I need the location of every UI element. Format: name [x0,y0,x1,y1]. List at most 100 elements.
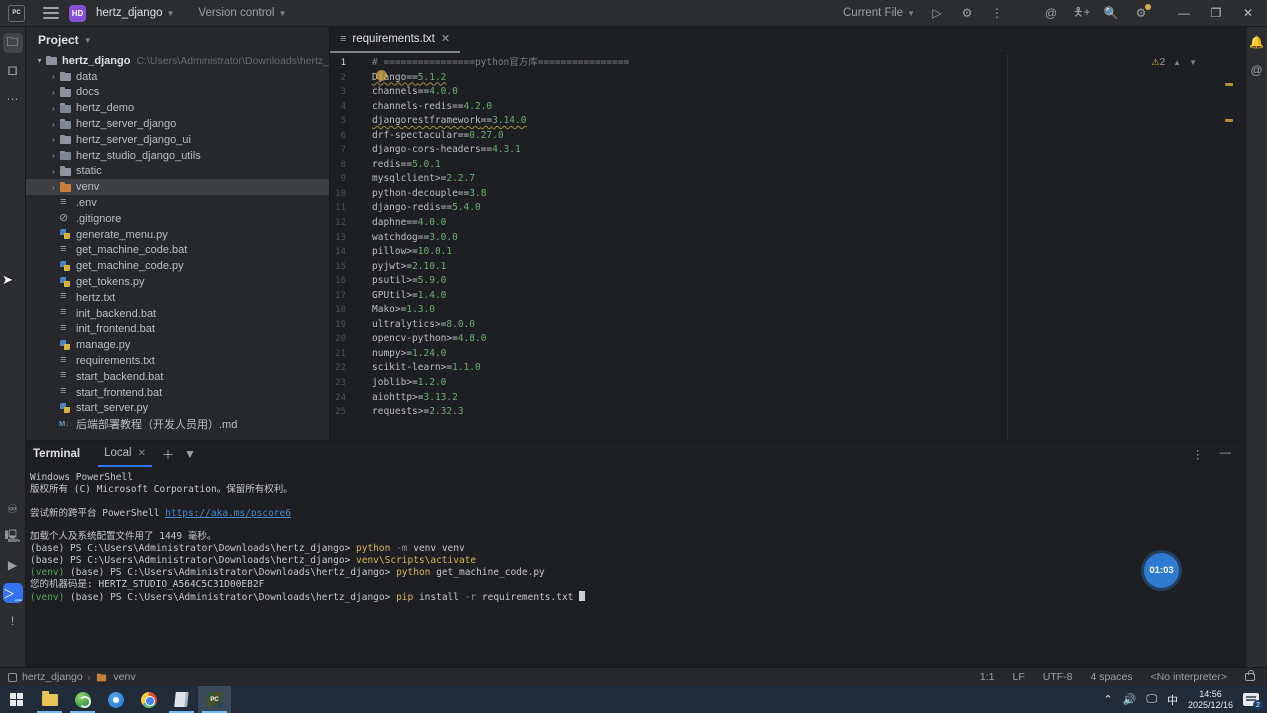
ime-indicator[interactable]: 中 [1167,692,1178,708]
tree-item-start-backend-bat[interactable]: start_backend.bat [26,369,329,385]
editor-line-10[interactable]: 10python-decouple==3.8 [330,187,1245,202]
tree-item-hertz-txt[interactable]: hertz.txt [26,290,329,306]
pycharm-taskbar-button[interactable]: PC [198,686,231,713]
tree-item-data[interactable]: ›data [26,69,329,85]
tree-item-requirements-txt[interactable]: requirements.txt [26,353,329,369]
settings-gear-icon[interactable]: ⚙ [1133,6,1149,20]
editor-line-18[interactable]: 18Mako>=1.3.0 [330,303,1245,318]
action-center-icon[interactable]: 2 [1243,693,1259,706]
new-terminal-icon[interactable]: ＋ [162,446,174,463]
lock-icon[interactable] [1245,673,1255,681]
status-widget-4-spaces[interactable]: 4 spaces [1091,671,1133,683]
tree-item-hertz-server-django-ui[interactable]: ›hertz_server_django_ui [26,132,329,148]
error-stripe[interactable] [1223,54,1235,440]
editor-line-15[interactable]: 15pyjwt>=2.10.1 [330,260,1245,275]
status-widget-1-1[interactable]: 1:1 [980,671,995,683]
chevron-down-icon[interactable]: ▼ [84,36,92,45]
editor-line-1[interactable]: 1# ================python官方库============… [330,56,1245,71]
editor-line-9[interactable]: 9mysqlclient>=2.2.7 [330,172,1245,187]
breadcrumb[interactable]: hertz_django › venv [8,671,136,684]
editor-line-13[interactable]: 13watchdog==3.0.0 [330,231,1245,246]
inspection-widget[interactable]: ⚠2 ▲ ▼ [1152,57,1197,68]
main-menu-icon[interactable] [43,7,59,19]
status-widget-utf-8[interactable]: UTF-8 [1043,671,1073,683]
tree-item-static[interactable]: ›static [26,164,329,180]
tree-item-init-frontend-bat[interactable]: init_frontend.bat [26,322,329,338]
tree-expand-icon[interactable]: › [48,151,59,160]
tree-item-get-machine-code-bat[interactable]: get_machine_code.bat [26,243,329,259]
editor-line-22[interactable]: 22scikit-learn>=1.1.0 [330,361,1245,376]
code-with-me-icon[interactable]: 🯅+ [1073,3,1089,24]
editor-line-5[interactable]: 5djangorestframework==3.14.0 [330,114,1245,129]
volume-icon[interactable]: 🔊 [1123,693,1137,706]
python-packages-icon[interactable]: ♾ [3,499,23,519]
editor-line-7[interactable]: 7django-cors-headers==4.3.1 [330,143,1245,158]
tree-expand-icon[interactable]: › [48,135,59,144]
ai-chat-icon[interactable]: @ [1250,63,1262,77]
git-tool-icon[interactable]: 🯛 [3,639,23,659]
terminal-title[interactable]: Terminal [33,448,80,460]
project-badge[interactable]: HD [69,5,86,22]
breadcrumb-folder[interactable]: venv [113,671,135,683]
network-icon[interactable]: 🖵 [1146,693,1157,706]
terminal-tab-local[interactable]: Local ✕ [98,441,152,467]
tab-requirements-txt[interactable]: ≡ requirements.txt ✕ [330,26,460,53]
tree-item-start-frontend-bat[interactable]: start_frontend.bat [26,385,329,401]
editor-line-11[interactable]: 11django-redis==5.4.0 [330,201,1245,216]
editor-line-20[interactable]: 20opencv-python>=4.8.0 [330,332,1245,347]
tree-item--env[interactable]: .env [26,195,329,211]
tree-expand-icon[interactable]: › [48,183,59,192]
clock[interactable]: 14:56 2025/12/16 [1188,689,1233,710]
editor-line-2[interactable]: 2Django==5.1.2 [330,71,1245,86]
editor-line-8[interactable]: 8redis==5.0.1 [330,158,1245,173]
tree-expand-icon[interactable]: › [48,167,59,176]
editor-line-21[interactable]: 21numpy>=1.24.0 [330,347,1245,362]
hide-terminal-icon[interactable]: — [1220,447,1232,461]
tree-expand-icon[interactable]: › [48,72,59,81]
tree-expand-icon[interactable]: › [48,88,59,97]
tree-expand-icon[interactable]: › [48,120,59,129]
warning-stripe-mark[interactable] [1225,83,1233,86]
project-selector[interactable]: hertz_django▼ [96,7,174,19]
tree-item--md[interactable]: 后端部署教程（开发人员用）.md [26,416,329,432]
tree-expand-icon[interactable]: ▾ [34,56,45,65]
run-icon[interactable]: ▷ [929,6,945,20]
recording-timer-overlay[interactable]: 01:03 [1144,553,1179,588]
tree-item-start-server-py[interactable]: start_server.py [26,401,329,417]
warning-stripe-mark[interactable] [1225,119,1233,122]
more-tools-icon[interactable]: ⋯ [3,89,23,109]
tree-item-docs[interactable]: ›docs [26,85,329,101]
structure-tool-icon[interactable]: 🞑 [3,61,23,81]
start-button[interactable] [0,686,33,713]
problems-icon[interactable]: ! [3,611,23,631]
terminal-dropdown-icon[interactable]: ▼ [184,447,196,461]
editor-line-19[interactable]: 19ultralytics>=8.0.0 [330,318,1245,333]
services-icon[interactable]: ▶ [3,555,23,575]
terminal-tool-icon[interactable]: ＞_ [3,583,23,603]
tree-item-get-tokens-py[interactable]: get_tokens.py [26,274,329,290]
search-everywhere-icon[interactable]: 🔍 [1103,6,1119,20]
code-editor[interactable]: 1# ================python官方库============… [330,54,1245,440]
prev-problem-icon[interactable]: ▲ [1173,58,1181,67]
browser-360-button[interactable] [66,686,99,713]
editor-line-4[interactable]: 4channels-redis==4.2.0 [330,100,1245,115]
ai-assistant-icon[interactable]: @ [1043,6,1059,20]
editor-line-24[interactable]: 24aiohttp>=3.13.2 [330,391,1245,406]
tree-item-venv[interactable]: ›venv [26,179,329,195]
notifications-bell-icon[interactable]: 🔔 [1249,35,1264,49]
status-widget--no-interpreter-[interactable]: <No interpreter> [1151,671,1227,683]
breadcrumb-root[interactable]: hertz_django [22,671,83,683]
tree-item-hertz-studio-django-utils[interactable]: ›hertz_studio_django_utils [26,148,329,164]
terminal-options-icon[interactable]: ⋮ [1192,447,1204,461]
debug-icon[interactable]: ⚙ [959,6,975,20]
tree-expand-icon[interactable]: › [48,104,59,113]
more-actions-icon[interactable]: ⋮ [989,6,1005,20]
editor-line-3[interactable]: 3channels==4.0.0 [330,85,1245,100]
editor-line-16[interactable]: 16psutil>=5.9.0 [330,274,1245,289]
status-widget-lf[interactable]: LF [1012,671,1024,683]
file-explorer-button[interactable] [33,686,66,713]
close-button[interactable]: ✕ [1239,6,1257,20]
minimize-button[interactable]: — [1175,6,1193,20]
editor-line-6[interactable]: 6drf-spectacular==0.27.0 [330,129,1245,144]
tree-item-generate-menu-py[interactable]: generate_menu.py [26,227,329,243]
